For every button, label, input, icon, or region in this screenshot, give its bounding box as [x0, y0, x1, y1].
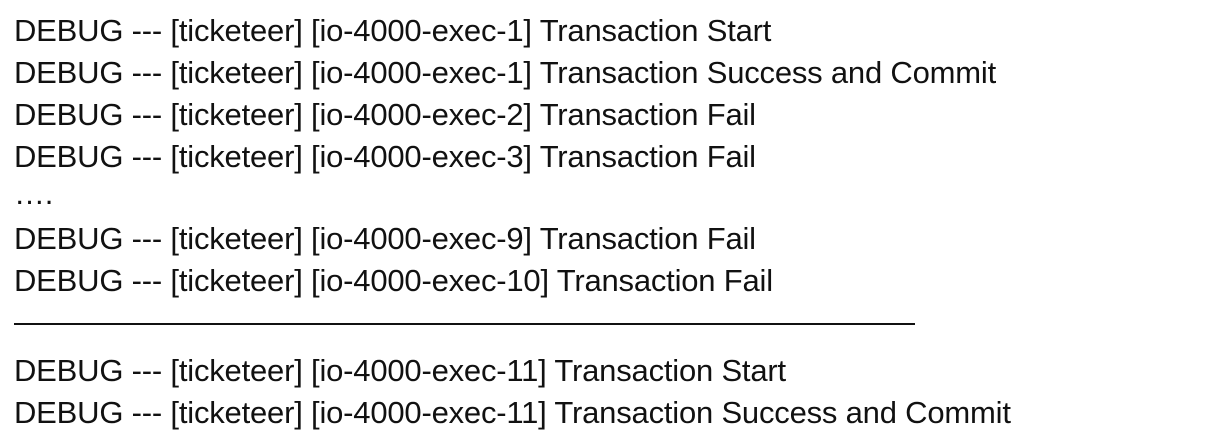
log-output: DEBUG --- [ticketeer] [io-4000-exec-1] T… [14, 10, 1011, 434]
log-line: DEBUG --- [ticketeer] [io-4000-exec-10] … [14, 263, 773, 298]
log-line: DEBUG --- [ticketeer] [io-4000-exec-1] T… [14, 13, 772, 48]
log-line: DEBUG --- [ticketeer] [io-4000-exec-2] T… [14, 97, 756, 132]
log-line: DEBUG --- [ticketeer] [io-4000-exec-9] T… [14, 221, 756, 256]
log-separator: —————————————————————————————— [14, 304, 915, 339]
log-line: DEBUG --- [ticketeer] [io-4000-exec-1] T… [14, 55, 996, 90]
log-line: DEBUG --- [ticketeer] [io-4000-exec-11] … [14, 353, 786, 388]
log-line: DEBUG --- [ticketeer] [io-4000-exec-11] … [14, 395, 1011, 430]
log-ellipsis: …. [14, 176, 54, 211]
log-line: DEBUG --- [ticketeer] [io-4000-exec-3] T… [14, 139, 756, 174]
